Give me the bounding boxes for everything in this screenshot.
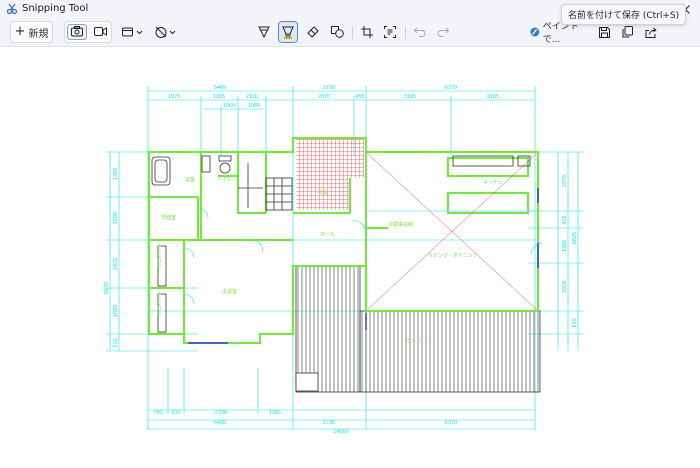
- paint-icon: [530, 27, 540, 37]
- dim-left-4: 1820: [113, 305, 119, 317]
- undo-icon: [414, 27, 426, 37]
- toolbar-divider: [405, 26, 406, 39]
- dim-top2-2: 1365: [213, 94, 225, 100]
- deck-step: [295, 372, 319, 392]
- dim-top-2: 2730: [323, 85, 335, 91]
- text-actions-icon: [384, 26, 396, 38]
- shapes-tool[interactable]: [327, 21, 347, 43]
- redo-button[interactable]: [433, 21, 453, 43]
- capture-mode-toggle: [64, 21, 112, 43]
- doors: [183, 207, 544, 305]
- ballpoint-pen-icon: [258, 26, 270, 38]
- room-void: 吹抜: [318, 189, 328, 196]
- camera-icon[interactable]: [71, 26, 83, 37]
- crop-icon: [361, 26, 373, 38]
- wood-deck-right: [359, 310, 541, 393]
- dim-total: 14560: [333, 429, 348, 435]
- room-washroom: 洗面室: [161, 214, 176, 221]
- dim-left-total: 6670: [104, 282, 110, 294]
- room-wood: ウッド: [406, 338, 421, 345]
- eraser-icon: [307, 26, 319, 38]
- highlighter-tool[interactable]: [278, 21, 298, 43]
- shapes-icon: [330, 26, 344, 38]
- room-closet-1: クロゼット: [156, 243, 163, 268]
- timer-off-icon: [155, 26, 176, 38]
- delay-dropdown[interactable]: [153, 21, 179, 43]
- copy-icon: [622, 26, 633, 38]
- window-title: Snipping Tool: [22, 3, 89, 14]
- dim-left-5: 910: [113, 338, 119, 347]
- room-living: リビング・ダイニング: [428, 252, 478, 259]
- room-toilet: トイレ: [217, 177, 232, 183]
- dim-right-total: 6825: [572, 232, 578, 244]
- plus-icon: +: [14, 24, 26, 39]
- dim-top2-4: 2070: [318, 94, 330, 100]
- dim-bot2-1: 5460: [214, 420, 226, 426]
- dim-bot-1: 750: [153, 410, 162, 416]
- dim-right-5: 910: [572, 318, 578, 327]
- highlighter-icon: [282, 26, 294, 39]
- dim-right-4: 1820: [562, 281, 568, 293]
- eraser-tool[interactable]: [303, 21, 323, 43]
- crop-tool[interactable]: [357, 21, 377, 43]
- dim-top3-1: 1060: [223, 103, 235, 109]
- dim-top2-6: 3185: [404, 94, 416, 100]
- undo-button[interactable]: [410, 21, 430, 43]
- dim-left-2: 1680: [113, 212, 119, 224]
- room-hall: ホール: [320, 232, 335, 238]
- new-button[interactable]: + 新規: [10, 21, 53, 43]
- dim-bot2-2: 2730: [323, 420, 335, 426]
- new-label: 新規: [28, 28, 49, 40]
- dim-bot2-3: 6370: [445, 420, 457, 426]
- room-fridge: 冷蔵庫収納: [388, 221, 413, 228]
- toolbar-divider: [352, 26, 353, 39]
- room-closet-2: クロゼット: [156, 291, 163, 316]
- save-icon: [598, 26, 610, 38]
- room-kitchen: キッチン: [483, 180, 503, 186]
- ballpoint-pen-tool[interactable]: [254, 21, 274, 43]
- dim-bot-2: 610: [171, 410, 180, 416]
- snipping-tool-icon: [6, 3, 18, 15]
- void-hatch: [296, 138, 364, 178]
- dim-top-3: 6370: [445, 85, 457, 91]
- dim-top2-7: 3185: [487, 94, 499, 100]
- dim-top3-2: 1060: [248, 103, 260, 109]
- dim-bot-3: 2730: [215, 410, 227, 416]
- room-bedroom: 主寝室: [222, 288, 237, 295]
- floor-plan-drawing: 5460 2730 6370 1975 1365 2120 2070 455 3…: [104, 85, 583, 435]
- dim-top2-3: 2120: [246, 94, 258, 100]
- share-icon: [645, 27, 657, 38]
- dim-right-2: 455: [562, 215, 568, 224]
- text-actions-tool[interactable]: [380, 21, 400, 43]
- dim-right-3: 1365: [562, 240, 568, 252]
- video-icon[interactable]: [94, 27, 107, 36]
- dim-left-1: 1360: [113, 168, 119, 180]
- redo-icon: [437, 27, 449, 37]
- void-diagonals: [367, 153, 537, 310]
- dim-bot-4: 1365: [269, 410, 281, 416]
- dim-top2-5: 455: [355, 94, 364, 100]
- room-bath: 浴室: [185, 176, 195, 183]
- dim-top-1: 5460: [214, 85, 226, 91]
- dim-top2-1: 1975: [168, 94, 180, 100]
- snip-shape-dropdown[interactable]: [120, 21, 146, 43]
- dim-right-1: 2275: [562, 175, 568, 187]
- dim-left-3: 1820: [113, 258, 119, 270]
- rectangle-snip-icon: [122, 27, 143, 37]
- save-tooltip: 名前を付けて保存 (Ctrl+S): [561, 4, 687, 25]
